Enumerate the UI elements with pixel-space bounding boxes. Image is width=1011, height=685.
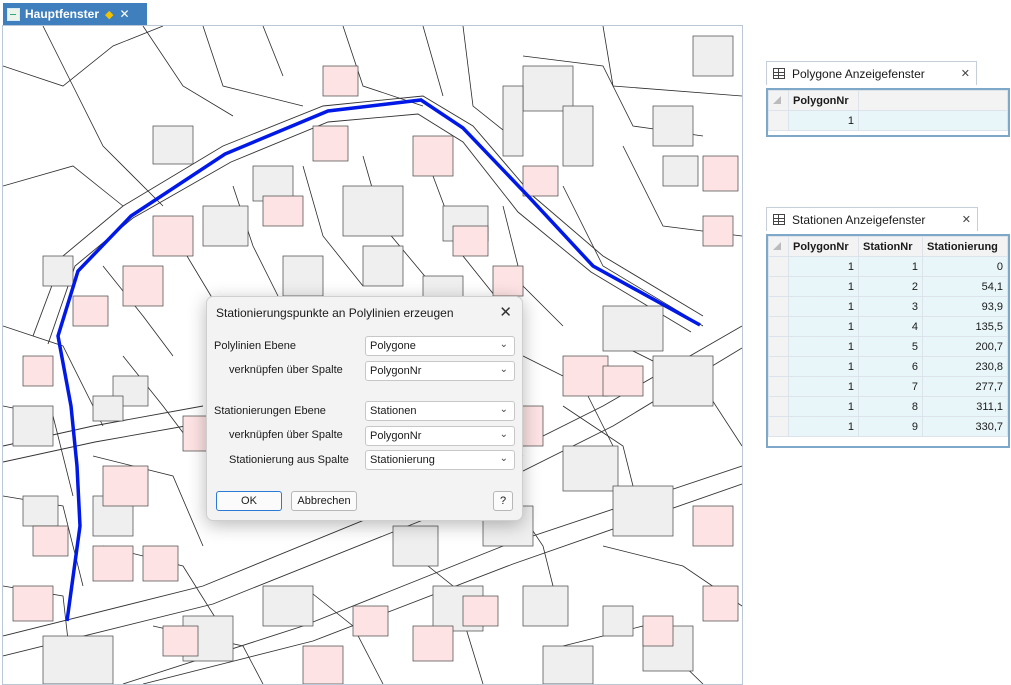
table-icon	[773, 214, 785, 225]
station-link-value: PolygonNr	[370, 430, 422, 442]
polyline-link-value: PolygonNr	[370, 365, 422, 377]
chevron-down-icon: ⌄	[499, 404, 508, 415]
help-button[interactable]: ?	[493, 491, 513, 511]
column-header[interactable]: Stationierung	[922, 236, 1008, 257]
table-cell[interactable]: 3	[858, 296, 923, 317]
table-cell[interactable]: 200,7	[922, 336, 1008, 357]
table-cell[interactable]: 1	[788, 296, 859, 317]
polygon-panel-title: Polygone Anzeigefenster	[792, 66, 925, 81]
stationing-dialog: Stationierungspunkte an Polylinien erzeu…	[206, 296, 523, 521]
table-cell[interactable]: 4	[858, 316, 923, 337]
chevron-down-icon: ⌄	[499, 453, 508, 464]
station-link-select[interactable]: PolygonNr ⌄	[365, 426, 515, 446]
table-cell[interactable]: 6	[858, 356, 923, 377]
station-layer-label: Stationierungen Ebene	[214, 405, 326, 417]
table-cell[interactable]: 0	[922, 256, 1008, 277]
table-cell[interactable]: 9	[858, 416, 923, 437]
table-corner	[768, 90, 789, 111]
tab-polygone-anzeigefenster[interactable]: Polygone Anzeigefenster ✕	[766, 61, 977, 85]
tab-stationen-anzeigefenster[interactable]: Stationen Anzeigefenster ✕	[766, 207, 978, 231]
table-cell[interactable]: 230,8	[922, 356, 1008, 377]
station-layer-value: Stationen	[370, 405, 417, 417]
table-cell[interactable]: 1	[788, 356, 859, 377]
station-layer-select[interactable]: Stationen ⌄	[365, 401, 515, 421]
table-cell[interactable]: 1	[788, 256, 859, 277]
close-icon[interactable]: ✕	[962, 213, 971, 226]
tab-hauptfenster[interactable]: Hauptfenster ◆ ✕	[3, 3, 147, 25]
station-link-label: verknüpfen über Spalte	[229, 429, 343, 441]
table-cell[interactable]: 5	[858, 336, 923, 357]
stations-table: PolygonNr StationNr Stationierung 110125…	[766, 234, 1010, 448]
row-header[interactable]	[768, 396, 789, 417]
table-row[interactable]: 1 7 277,7	[768, 376, 1008, 397]
column-header[interactable]: StationNr	[858, 236, 923, 257]
station-column-label: Stationierung aus Spalte	[229, 454, 349, 466]
row-header[interactable]	[768, 376, 789, 397]
stations-panel-title: Stationen Anzeigefenster	[792, 212, 926, 227]
row-header[interactable]	[768, 416, 789, 437]
row-header[interactable]	[768, 336, 789, 357]
polyline-link-label: verknüpfen über Spalte	[229, 364, 343, 376]
table-cell[interactable]: 1	[788, 336, 859, 357]
table-row[interactable]: 1 9 330,7	[768, 416, 1008, 437]
dialog-close-icon[interactable]: ✕	[499, 303, 512, 321]
column-header[interactable]: PolygonNr	[788, 90, 859, 111]
row-header[interactable]	[768, 296, 789, 317]
row-header[interactable]	[768, 316, 789, 337]
row-header[interactable]	[768, 276, 789, 297]
close-icon[interactable]: ✕	[961, 67, 970, 80]
tab-close-icon[interactable]: ✕	[119, 7, 129, 21]
polyline-link-select[interactable]: PolygonNr ⌄	[365, 361, 515, 381]
table-row[interactable]: 1 3 93,9	[768, 296, 1008, 317]
polyline-layer-select[interactable]: Polygone ⌄	[365, 336, 515, 356]
table-cell-empty	[858, 110, 1008, 131]
table-row[interactable]: 1 5 200,7	[768, 336, 1008, 357]
table-cell[interactable]: 1	[788, 376, 859, 397]
table-row[interactable]: 1 6 230,8	[768, 356, 1008, 377]
table-row[interactable]: 1	[768, 110, 1008, 131]
polyline-layer-value: Polygone	[370, 340, 416, 352]
table-cell[interactable]: 330,7	[922, 416, 1008, 437]
column-filler	[858, 90, 1008, 111]
table-cell[interactable]: 1	[788, 416, 859, 437]
table-row[interactable]: 110	[768, 256, 1008, 277]
table-row[interactable]: 1 4 135,5	[768, 316, 1008, 337]
row-header[interactable]	[768, 356, 789, 377]
chevron-down-icon: ⌄	[499, 364, 508, 375]
ok-button[interactable]: OK	[216, 491, 282, 511]
station-column-value: Stationierung	[370, 454, 435, 466]
tab-title: Hauptfenster	[25, 7, 100, 21]
table-corner	[768, 236, 789, 257]
station-column-select[interactable]: Stationierung ⌄	[365, 450, 515, 470]
table-cell[interactable]: 1	[788, 276, 859, 297]
table-row[interactable]: 1 8 311,1	[768, 396, 1008, 417]
table-cell[interactable]: 2	[858, 276, 923, 297]
modified-marker-icon: ◆	[105, 8, 114, 21]
row-header[interactable]	[768, 256, 789, 277]
table-cell[interactable]: 277,7	[922, 376, 1008, 397]
table-icon	[773, 68, 785, 79]
table-cell[interactable]: 1	[788, 396, 859, 417]
table-row[interactable]: 1 2 54,1	[768, 276, 1008, 297]
table-cell[interactable]: 135,5	[922, 316, 1008, 337]
polyline-layer-label: Polylinien Ebene	[214, 340, 296, 352]
table-cell[interactable]: 1	[788, 316, 859, 337]
table-cell[interactable]: 1	[788, 110, 859, 131]
table-cell[interactable]: 8	[858, 396, 923, 417]
polygon-table: PolygonNr 1	[766, 88, 1010, 137]
map-window-icon	[7, 7, 20, 21]
table-cell[interactable]: 7	[858, 376, 923, 397]
cancel-button[interactable]: Abbrechen	[291, 491, 357, 511]
table-cell[interactable]: 311,1	[922, 396, 1008, 417]
table-cell[interactable]: 54,1	[922, 276, 1008, 297]
row-header[interactable]	[768, 110, 789, 131]
column-header[interactable]: PolygonNr	[788, 236, 859, 257]
chevron-down-icon: ⌄	[499, 339, 508, 350]
chevron-down-icon: ⌄	[499, 429, 508, 440]
dialog-title: Stationierungspunkte an Polylinien erzeu…	[216, 306, 454, 320]
table-cell[interactable]: 93,9	[922, 296, 1008, 317]
table-cell[interactable]: 1	[858, 256, 923, 277]
